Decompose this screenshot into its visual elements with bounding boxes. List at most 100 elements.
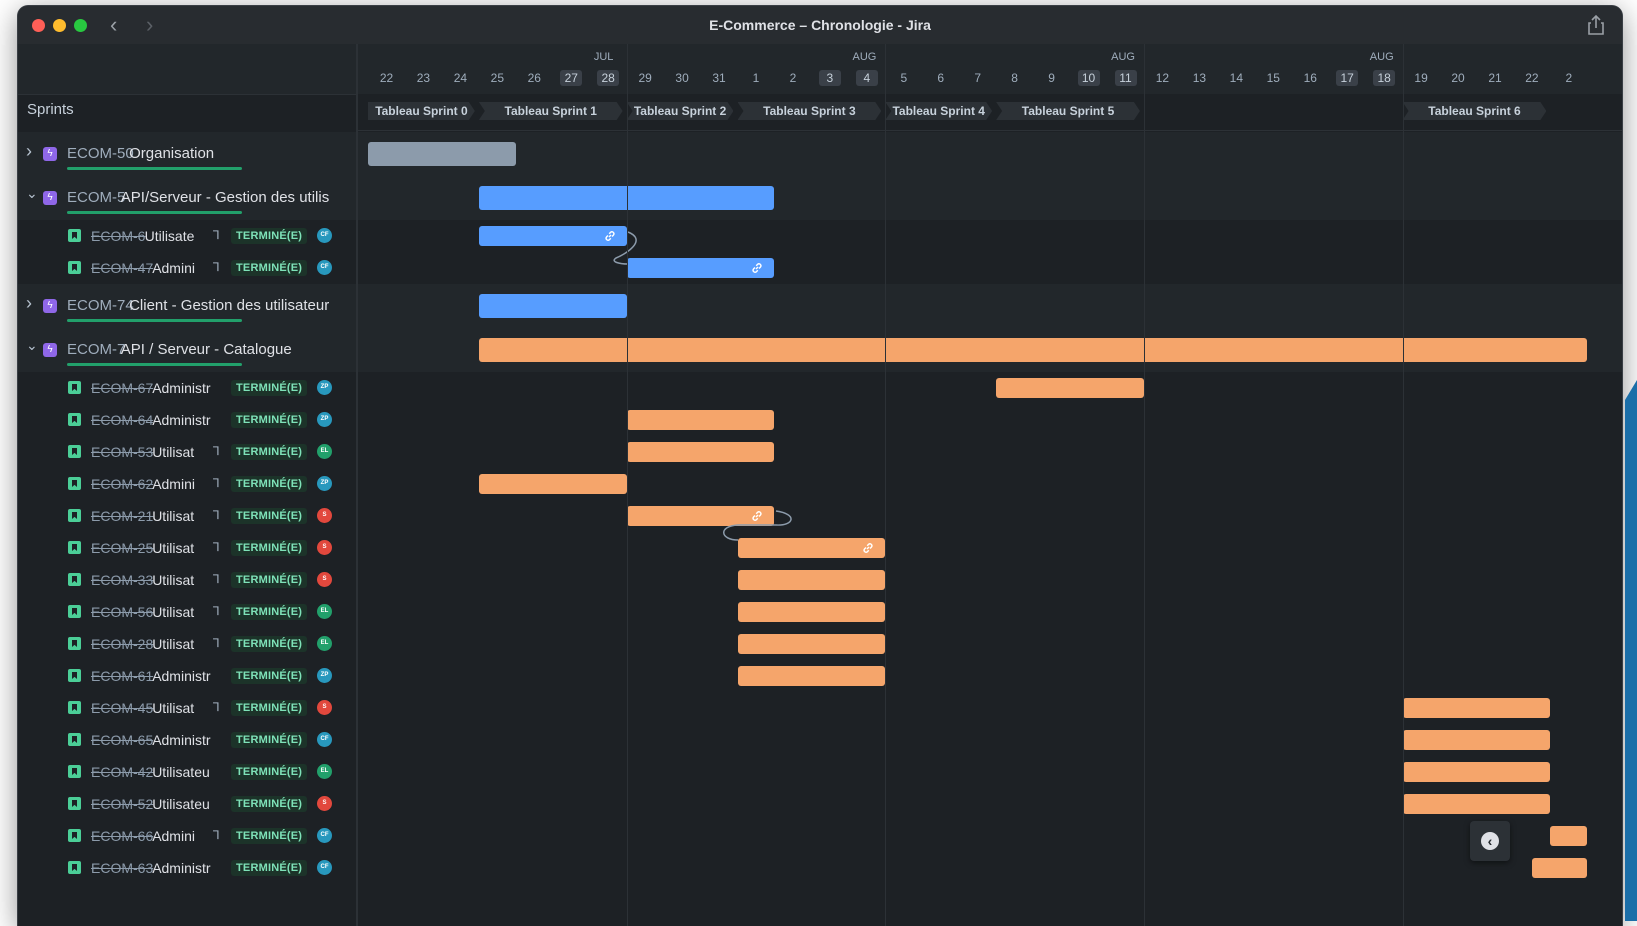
issue-key[interactable]: ECOM-28: [91, 636, 153, 652]
collapse-panel-button[interactable]: ‹: [1470, 821, 1510, 861]
assignee-avatar[interactable]: CF: [317, 860, 332, 875]
status-badge[interactable]: TERMINÉ(E): [231, 228, 308, 244]
issue-key[interactable]: ECOM-5: [67, 189, 125, 206]
story-bar[interactable]: [1402, 794, 1551, 814]
status-badge[interactable]: TERMINÉ(E): [231, 668, 308, 684]
sprint-chip[interactable]: Tableau Sprint 2: [627, 102, 734, 120]
issue-title[interactable]: Admini: [152, 828, 213, 844]
timeline-pane[interactable]: 22 23 24 25 26 27 28 29 30 31 1 2 3 4 5 6 7 8 9 10 11 12 13 14 1…: [358, 44, 1622, 926]
status-badge[interactable]: TERMINÉ(E): [231, 700, 308, 716]
story-bar[interactable]: [1550, 826, 1588, 846]
epic-bar[interactable]: [368, 142, 516, 166]
issue-title[interactable]: Utilisat: [152, 508, 213, 524]
status-badge[interactable]: TERMINÉ(E): [231, 412, 308, 428]
issue-key[interactable]: ECOM-53: [91, 444, 153, 460]
assignee-avatar[interactable]: EL: [317, 764, 332, 779]
sprint-chip[interactable]: Tableau Sprint 1: [479, 102, 623, 120]
status-badge[interactable]: TERMINÉ(E): [231, 476, 308, 492]
issue-key[interactable]: ECOM-50: [67, 145, 134, 162]
story-bar[interactable]: [478, 226, 627, 246]
status-badge[interactable]: TERMINÉ(E): [231, 732, 308, 748]
issue-key[interactable]: ECOM-25: [91, 540, 153, 556]
issue-title[interactable]: Administr: [152, 380, 226, 396]
story-bar[interactable]: [626, 258, 775, 278]
assignee-avatar[interactable]: S: [317, 540, 332, 555]
issue-title[interactable]: Utilisat: [152, 604, 213, 620]
assignee-avatar[interactable]: CF: [317, 828, 332, 843]
issue-key[interactable]: ECOM-47: [91, 260, 153, 276]
assignee-avatar[interactable]: ZP: [317, 668, 332, 683]
assignee-avatar[interactable]: EL: [317, 444, 332, 459]
issue-title[interactable]: Utilisat: [152, 540, 213, 556]
issue-title[interactable]: Admini: [152, 476, 213, 492]
assignee-avatar[interactable]: S: [317, 508, 332, 523]
issue-title[interactable]: Utilisat: [152, 636, 213, 652]
issue-key[interactable]: ECOM-6: [91, 228, 145, 244]
assignee-avatar[interactable]: CF: [317, 228, 332, 243]
story-bar[interactable]: [1531, 858, 1588, 878]
issue-title[interactable]: Utilisate: [145, 228, 213, 244]
story-bar[interactable]: [737, 634, 886, 654]
issue-title[interactable]: Administr: [152, 668, 226, 684]
status-badge[interactable]: TERMINÉ(E): [231, 508, 308, 524]
epic-bar[interactable]: [478, 338, 1588, 362]
status-badge[interactable]: TERMINÉ(E): [231, 764, 308, 780]
sprint-chip[interactable]: Tableau Sprint 5: [996, 102, 1140, 120]
assignee-avatar[interactable]: EL: [317, 636, 332, 651]
status-badge[interactable]: TERMINÉ(E): [231, 444, 308, 460]
status-badge[interactable]: TERMINÉ(E): [231, 540, 308, 556]
status-badge[interactable]: TERMINÉ(E): [231, 572, 308, 588]
story-bar[interactable]: [737, 602, 886, 622]
issue-title[interactable]: Administr: [152, 732, 226, 748]
issue-title[interactable]: Utilisateu: [152, 764, 226, 780]
story-bar[interactable]: [626, 410, 775, 430]
status-badge[interactable]: TERMINÉ(E): [231, 828, 308, 844]
issue-key[interactable]: ECOM-62: [91, 476, 153, 492]
status-badge[interactable]: TERMINÉ(E): [231, 636, 308, 652]
story-bar[interactable]: [478, 474, 627, 494]
status-badge[interactable]: TERMINÉ(E): [231, 380, 308, 396]
issue-title[interactable]: Administr: [152, 860, 226, 876]
issue-title[interactable]: Organisation: [129, 145, 336, 162]
story-bar[interactable]: [626, 442, 775, 462]
issue-key[interactable]: ECOM-63: [91, 860, 153, 876]
issue-title[interactable]: API / Serveur - Catalogue: [121, 341, 336, 358]
chevron-right-icon[interactable]: ›: [26, 141, 32, 162]
sprint-chip[interactable]: Tableau Sprint 3: [738, 102, 882, 120]
issue-key[interactable]: ECOM-67: [91, 380, 153, 396]
issue-key[interactable]: ECOM-56: [91, 604, 153, 620]
issue-title[interactable]: Utilisat: [152, 572, 213, 588]
assignee-avatar[interactable]: CF: [317, 260, 332, 275]
story-bar[interactable]: [1402, 762, 1551, 782]
assignee-avatar[interactable]: CF: [317, 732, 332, 747]
chevron-right-icon[interactable]: ›: [26, 293, 32, 314]
sprint-chip[interactable]: Tableau Sprint 6: [1403, 102, 1547, 120]
assignee-avatar[interactable]: ZP: [317, 476, 332, 491]
issue-title[interactable]: Administr: [152, 412, 226, 428]
assignee-avatar[interactable]: ZP: [317, 412, 332, 427]
story-bar[interactable]: [737, 538, 886, 558]
story-bar[interactable]: [626, 506, 775, 526]
sprint-chip[interactable]: Tableau Sprint 4: [885, 102, 992, 120]
issue-key[interactable]: ECOM-64: [91, 412, 153, 428]
status-badge[interactable]: TERMINÉ(E): [231, 604, 308, 620]
issue-key[interactable]: ECOM-52: [91, 796, 153, 812]
issue-title[interactable]: Admini: [152, 260, 213, 276]
chevron-down-icon[interactable]: ⌄: [26, 185, 38, 202]
assignee-avatar[interactable]: S: [317, 572, 332, 587]
issue-key[interactable]: ECOM-66: [91, 828, 153, 844]
chevron-down-icon[interactable]: ⌄: [26, 337, 38, 354]
status-badge[interactable]: TERMINÉ(E): [231, 260, 308, 276]
story-bar[interactable]: [737, 570, 886, 590]
issue-title[interactable]: Utilisat: [152, 444, 213, 460]
issue-title[interactable]: Utilisateu: [152, 796, 226, 812]
sprint-chip[interactable]: Tableau Sprint 0: [368, 102, 475, 120]
story-bar[interactable]: [1402, 730, 1551, 750]
issue-key[interactable]: ECOM-65: [91, 732, 153, 748]
status-badge[interactable]: TERMINÉ(E): [231, 796, 308, 812]
assignee-avatar[interactable]: S: [317, 700, 332, 715]
share-icon[interactable]: [1586, 14, 1606, 36]
status-badge[interactable]: TERMINÉ(E): [231, 860, 308, 876]
assignee-avatar[interactable]: ZP: [317, 380, 332, 395]
issue-title[interactable]: API/Serveur - Gestion des utilis: [121, 189, 336, 206]
